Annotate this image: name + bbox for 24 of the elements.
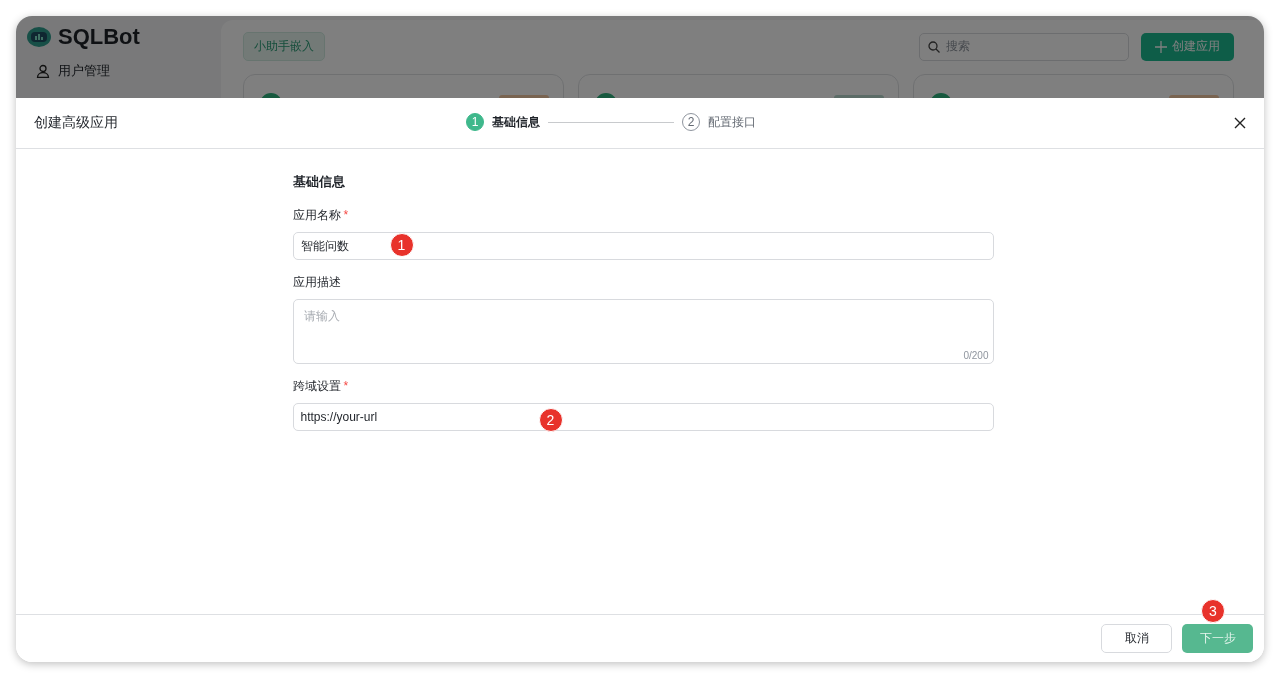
- search-icon: [928, 40, 940, 53]
- sidebar-item[interactable]: 用户管理: [26, 62, 211, 80]
- step-item[interactable]: 1 基础信息: [466, 113, 540, 131]
- annotation-marker: 2: [538, 408, 563, 432]
- annotation-marker: 1: [389, 233, 414, 257]
- required-mark: *: [343, 208, 349, 222]
- annotation-marker: 3: [1201, 599, 1225, 623]
- app-logo-text: SQLBot: [58, 24, 140, 50]
- field-label: 跨域设置 *: [292, 378, 350, 395]
- drawer-title: 创建高级应用: [34, 114, 118, 132]
- field-label: 应用名称 *: [292, 207, 350, 224]
- field-label: 应用描述: [292, 274, 342, 291]
- tab-tag[interactable]: 小助手嵌入: [243, 32, 325, 61]
- plus-icon: [1155, 40, 1167, 53]
- cancel-button[interactable]: 取消: [1101, 624, 1172, 653]
- textarea-field[interactable]: 请输入 0/200: [292, 299, 994, 364]
- step-item[interactable]: 2 配置接口: [682, 113, 756, 131]
- close-icon[interactable]: [1234, 117, 1246, 129]
- next-button[interactable]: 下一步: [1182, 624, 1253, 653]
- section-title: 基础信息: [292, 173, 346, 191]
- required-mark: *: [343, 379, 349, 393]
- user-icon: [36, 64, 50, 78]
- char-counter: 0/200: [963, 350, 989, 361]
- robot-logo-icon: [26, 26, 52, 48]
